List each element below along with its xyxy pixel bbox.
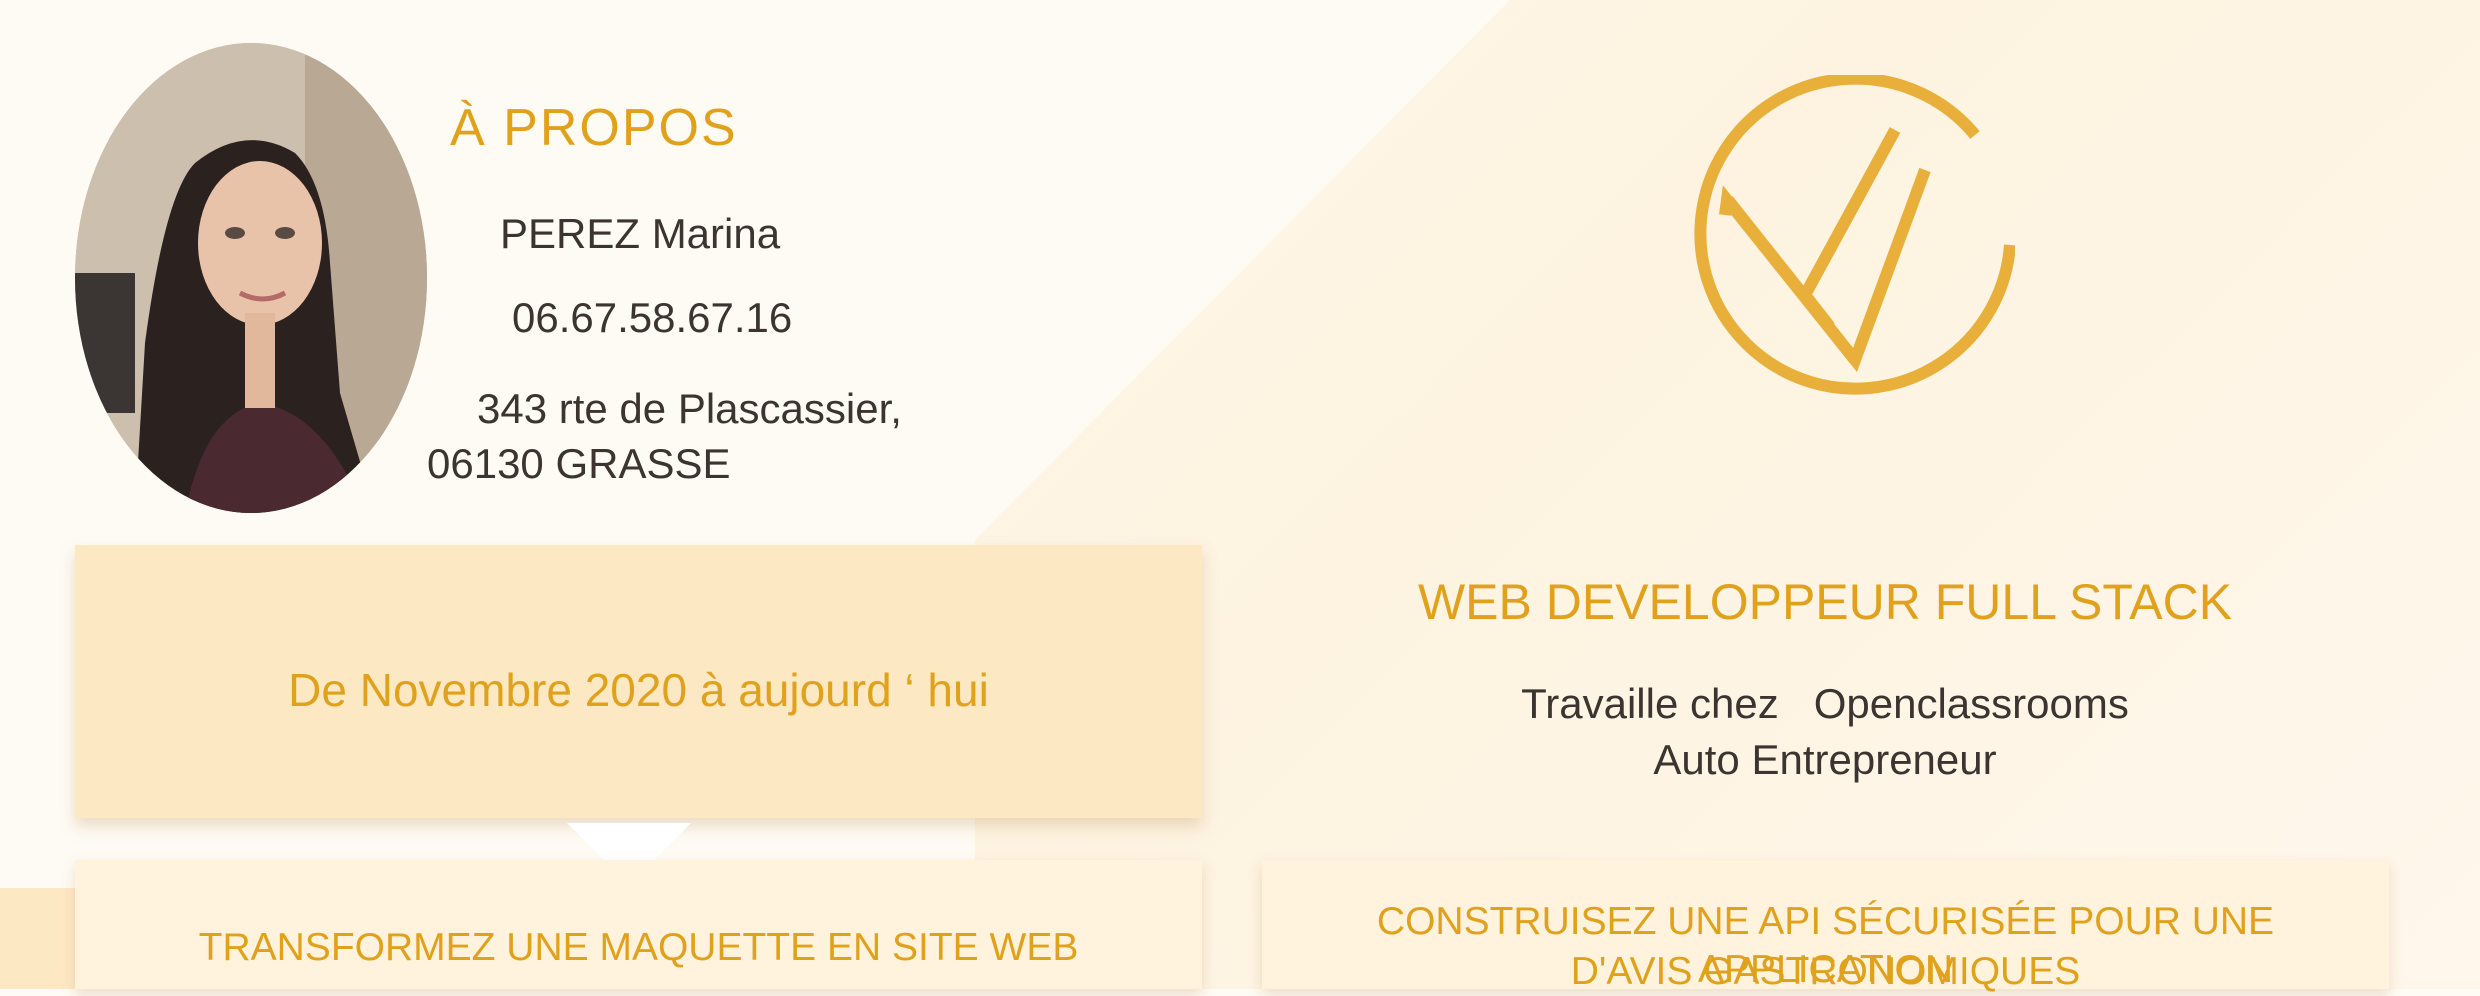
about-title: À PROPOS — [450, 99, 738, 157]
contact-address-line1: 343 rte de Plascassier, — [477, 385, 902, 432]
job-title: WEB DEVELOPPEUR FULL STACK — [1417, 574, 2233, 630]
vc-monogram-logo-icon — [1685, 72, 2016, 425]
contact-name: PEREZ Marina — [500, 210, 781, 257]
contact-address-line2: 06130 GRASSE — [427, 440, 731, 487]
project-title: TRANSFORMEZ UNE MAQUETTE EN SITE WEB — [198, 926, 1079, 969]
background-strip — [0, 888, 76, 989]
job-status: Auto Entrepreneur — [1653, 736, 1997, 783]
profile-photo — [75, 43, 427, 513]
period-box: De Novembre 2020 à aujourd ‘ hui — [75, 545, 1202, 818]
period-text: De Novembre 2020 à aujourd ‘ hui — [288, 664, 989, 716]
project-card: TRANSFORMEZ UNE MAQUETTE EN SITE WEB — [75, 860, 1202, 989]
job-employer: Travaille chez Openclassrooms — [1521, 680, 2129, 727]
contact-phone: 06.67.58.67.16 — [512, 294, 793, 341]
project-card: CONSTRUISEZ UNE API SÉCURISÉE POUR UNE A… — [1262, 860, 2389, 993]
